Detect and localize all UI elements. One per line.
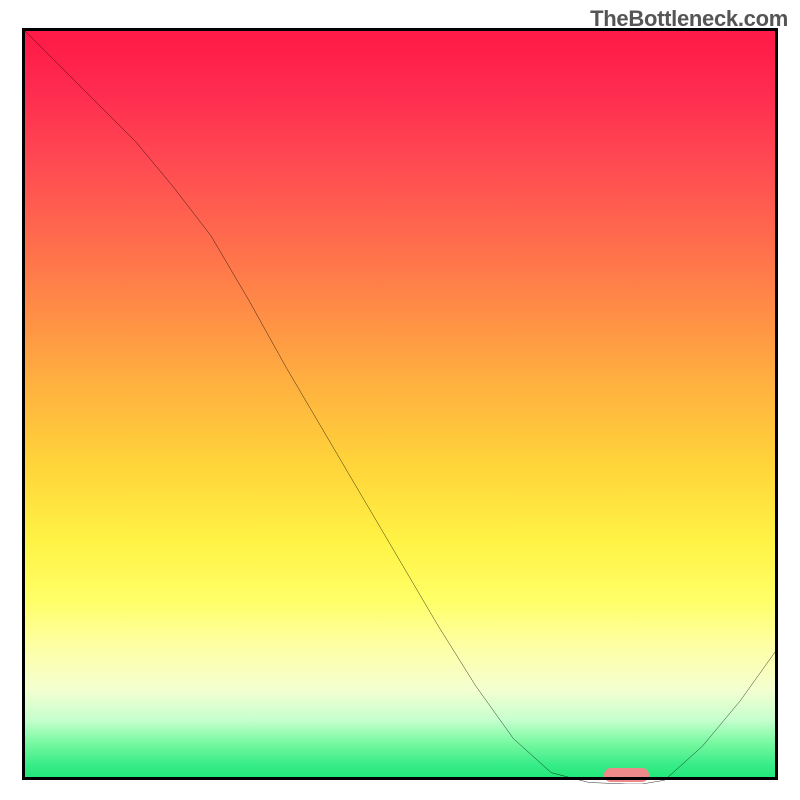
chart-container: TheBottleneck.com (0, 0, 800, 800)
minimum-marker-pill (604, 768, 649, 782)
watermark-text: TheBottleneck.com (590, 6, 788, 32)
line-curve (22, 28, 778, 784)
data-path (22, 28, 778, 784)
plot-area (22, 28, 778, 780)
